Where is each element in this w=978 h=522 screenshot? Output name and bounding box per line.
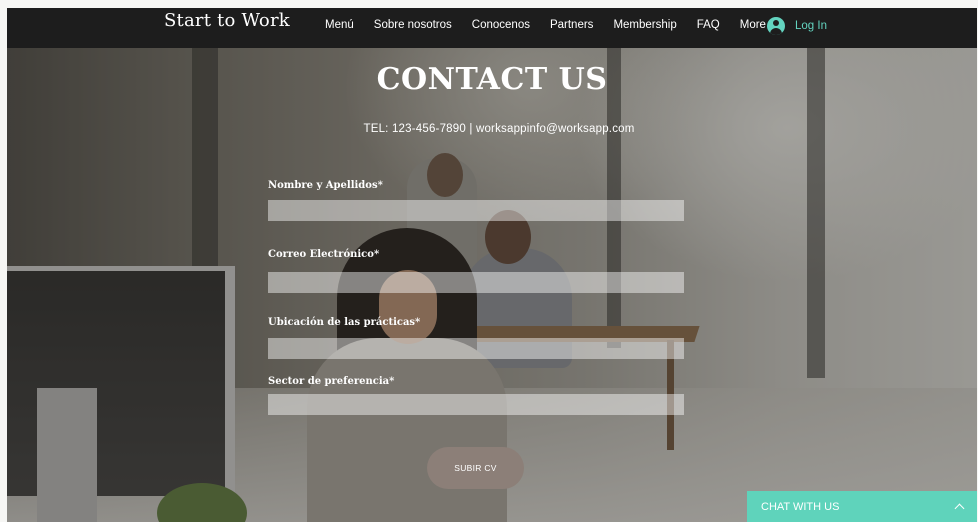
name-field[interactable]	[268, 200, 684, 221]
email-field[interactable]	[268, 272, 684, 293]
contact-info: TEL: 123-456-7890 | worksappinfo@worksap…	[363, 123, 635, 135]
location-field-label: Ubicación de las prácticas*	[268, 317, 421, 328]
nav-item-partners[interactable]: Partners	[550, 19, 593, 31]
top-nav: Start to Work Menú Sobre nosotros Conoce…	[7, 8, 977, 48]
nav-item-membership[interactable]: Membership	[613, 19, 676, 31]
nav-item-menu[interactable]: Menú	[325, 19, 354, 31]
sector-field[interactable]	[268, 394, 684, 415]
chevron-up-icon[interactable]	[954, 503, 965, 514]
sector-field-label: Sector de preferencia*	[268, 376, 395, 387]
chat-widget[interactable]: CHAT WITH US	[747, 491, 977, 522]
nav-item-conocenos[interactable]: Conocenos	[472, 19, 530, 31]
login-button[interactable]: Log In	[767, 17, 827, 35]
page: Start to Work Menú Sobre nosotros Conoce…	[7, 8, 977, 522]
nav-item-more[interactable]: More	[740, 19, 766, 31]
site-logo-text[interactable]: Start to Work	[164, 10, 290, 31]
chat-label[interactable]: CHAT WITH US	[761, 501, 839, 513]
submit-cv-button[interactable]: SUBIR CV	[427, 447, 524, 489]
main-menu: Menú Sobre nosotros Conocenos Partners M…	[325, 19, 786, 31]
nav-item-sobre-nosotros[interactable]: Sobre nosotros	[374, 19, 452, 31]
email-field-label: Correo Electrónico*	[268, 249, 380, 260]
location-field[interactable]	[268, 338, 684, 359]
nav-item-faq[interactable]: FAQ	[697, 19, 720, 31]
page-title: CONTACT US	[376, 62, 608, 97]
user-avatar-icon[interactable]	[767, 17, 785, 35]
name-field-label: Nombre y Apellidos*	[268, 180, 383, 191]
login-label[interactable]: Log In	[795, 20, 827, 32]
